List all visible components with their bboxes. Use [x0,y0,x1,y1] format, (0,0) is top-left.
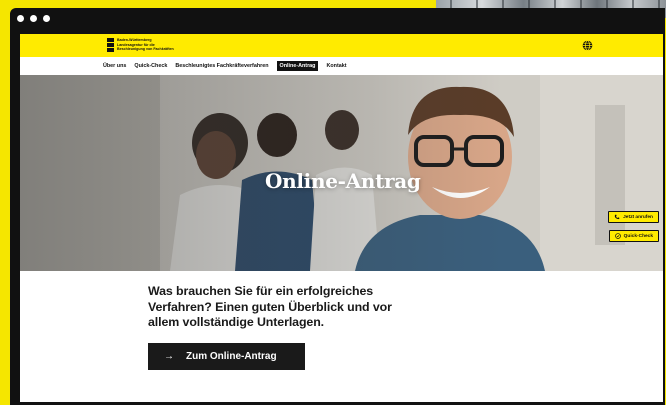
logo-mark-icon [107,38,114,52]
web-page: Baden-Württemberg Landesagentur für die … [20,34,663,402]
window-dot-close[interactable] [17,15,24,22]
nav-item-online-antrag[interactable]: Online-Antrag [276,61,319,71]
arrow-right-icon: → [164,350,174,362]
window-dot-minimize[interactable] [30,15,37,22]
quick-check-label: Quick-Check [623,233,653,239]
online-antrag-button[interactable]: → Zum Online-Antrag [148,342,305,370]
phone-icon [614,214,620,220]
online-antrag-label: Zum Online-Antrag [186,350,277,362]
site-header: Baden-Württemberg Landesagentur für die … [20,34,663,57]
window-dot-maximize[interactable] [43,15,50,22]
call-now-label: Jetzt anrufen [623,214,653,220]
nav-item-fachkraefteverfahren[interactable]: Beschleunigtes Fachkräfteverfahren [175,63,268,69]
hero-title: Online-Antrag [265,169,421,193]
browser-window: Baden-Württemberg Landesagentur für die … [10,8,665,405]
nav-item-kontakt[interactable]: Kontakt [326,63,346,69]
intro-text: Was brauchen Sie für ein erfolgreiches V… [148,284,392,329]
nav-item-ueber-uns[interactable]: Über uns [103,63,126,69]
check-circle-icon [614,233,621,239]
quick-check-button[interactable]: Quick-Check [608,230,659,242]
globe-icon[interactable] [582,40,593,51]
window-controls [17,15,50,22]
intro-section: Was brauchen Sie für ein erfolgreiches V… [148,284,408,370]
main-nav: Über uns Quick-Check Beschleunigtes Fach… [20,57,663,75]
site-logo[interactable]: Baden-Württemberg Landesagentur für die … [107,38,187,52]
hero-banner: Online-Antrag [20,75,663,271]
logo-text: Baden-Württemberg Landesagentur für die … [117,38,174,52]
nav-item-quick-check[interactable]: Quick-Check [134,63,167,69]
call-now-button[interactable]: Jetzt anrufen [608,211,659,223]
